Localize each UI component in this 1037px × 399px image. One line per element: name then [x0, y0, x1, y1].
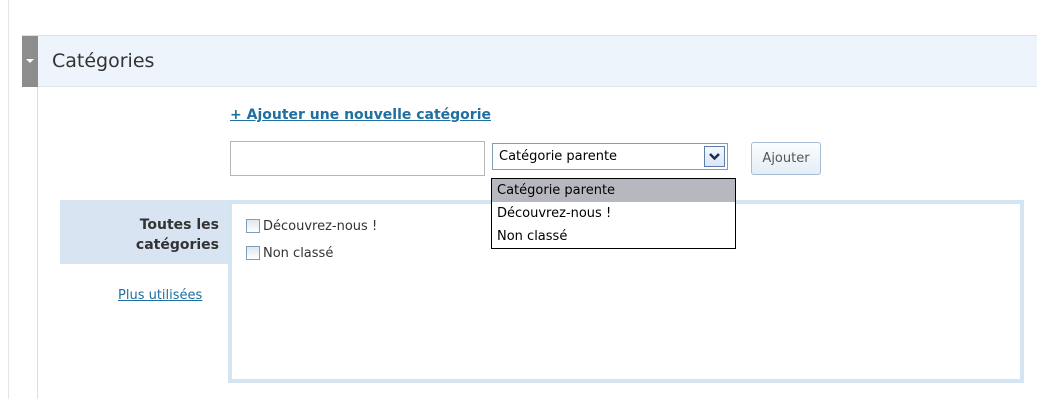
dropdown-option[interactable]: Catégorie parente [492, 179, 735, 202]
category-label: Découvrez-nous ! [263, 218, 378, 234]
categories-panel: Catégories + Ajouter une nouvelle catégo… [22, 35, 1037, 399]
tab-all-categories[interactable]: Toutes les catégories [60, 200, 228, 264]
category-item[interactable]: Découvrez-nous ! [246, 217, 377, 235]
panel-toggle-button[interactable] [22, 36, 38, 87]
tab-most-used[interactable]: Plus utilisées [118, 288, 202, 303]
categories-page: Catégories + Ajouter une nouvelle catégo… [0, 0, 1037, 399]
chevron-down-icon [709, 153, 720, 161]
caret-down-icon [26, 59, 34, 63]
category-item[interactable]: Non classé [246, 244, 333, 262]
category-label: Non classé [263, 245, 334, 261]
add-new-category-link[interactable]: + Ajouter une nouvelle catégorie [230, 107, 491, 123]
parent-category-selected-value: Catégorie parente [499, 149, 618, 164]
category-checkbox[interactable] [246, 219, 260, 233]
dropdown-option[interactable]: Découvrez-nous ! [492, 202, 735, 225]
panel-title: Catégories [52, 50, 155, 72]
tab-all-categories-label: Toutes les catégories [135, 217, 219, 253]
parent-category-dropdown-list: Catégorie parente Découvrez-nous ! Non c… [491, 178, 736, 249]
panel-header: Catégories [38, 36, 1037, 87]
select-dropdown-button[interactable] [704, 146, 725, 167]
dropdown-option[interactable]: Non classé [492, 225, 735, 248]
new-category-name-input[interactable] [230, 141, 485, 176]
category-checkbox[interactable] [246, 246, 260, 260]
panel-body-divider [37, 87, 38, 399]
add-category-button[interactable]: Ajouter [751, 142, 821, 175]
left-border [8, 0, 9, 399]
parent-category-select[interactable]: Catégorie parente [492, 143, 728, 170]
